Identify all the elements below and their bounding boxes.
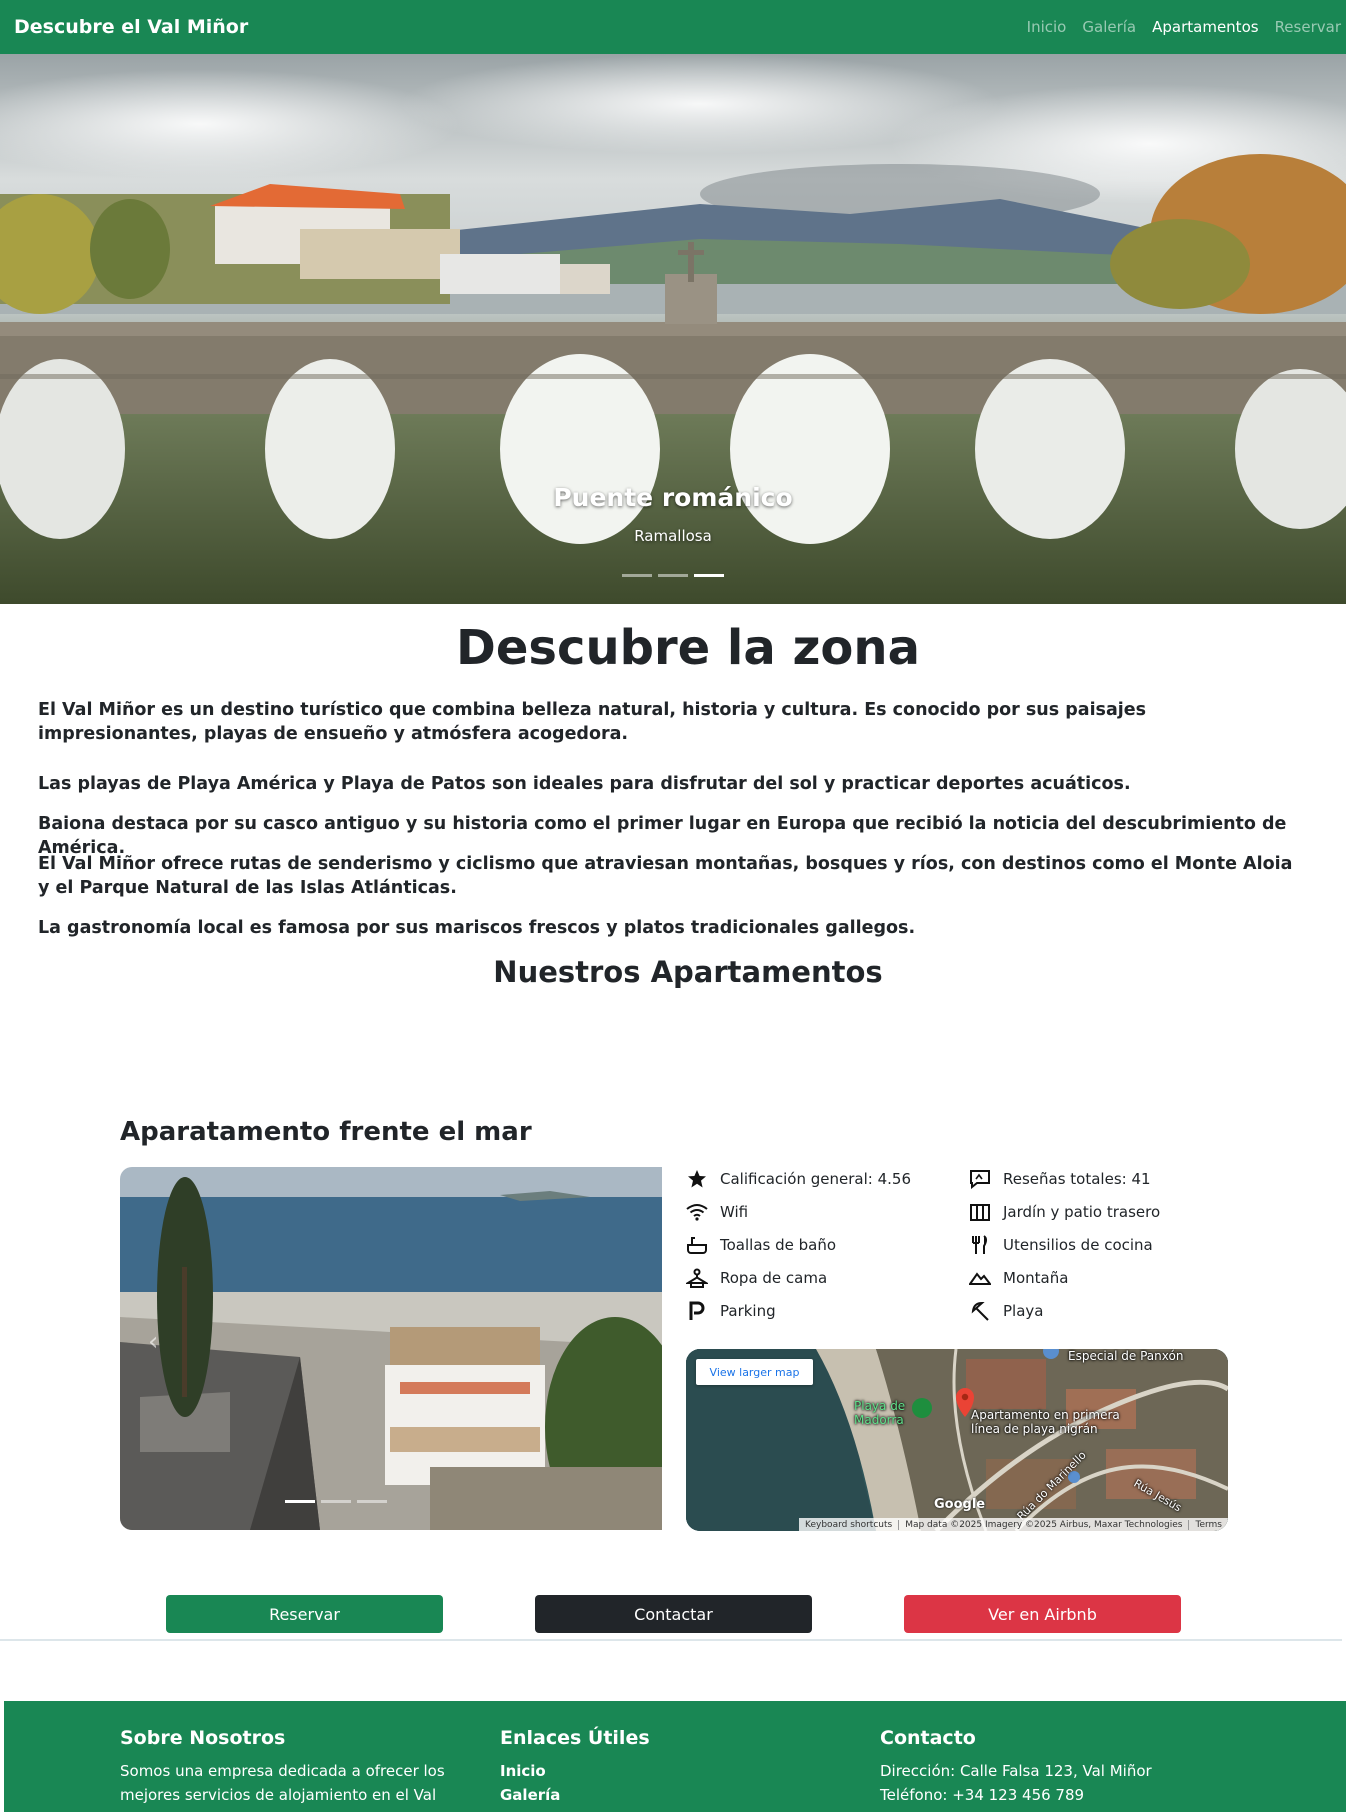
about-intro: El Val Miñor es un destino turístico que… [38,700,1147,744]
amenity-item: Montaña [969,1267,1246,1289]
footer: Sobre Nosotros Somos una empresa dedicad… [4,1701,1346,1812]
map-beach-label: Playa de Madorra [854,1399,906,1427]
footer-links: Enlaces Útiles Inicio Galería [500,1727,860,1807]
carousel-indicator[interactable] [357,1500,387,1503]
photo-carousel-indicators [285,1500,387,1503]
garden-icon [969,1201,991,1223]
utensils-icon [969,1234,991,1256]
amenity-label: Utensilios de cocina [1003,1236,1153,1254]
apartment-photo-carousel[interactable]: ‹ [120,1167,662,1530]
about-title: Descubre la zona [456,620,920,676]
carousel-indicator[interactable] [658,574,688,577]
amenity-label: Calificación general: 4.56 [720,1170,911,1188]
footer-address: Dirección: Calle Falsa 123, Val Miñor [880,1762,1152,1780]
footer-about-text: Somos una empresa dedicada a ofrecer los… [120,1762,445,1812]
apartment-name: Aparatamento frente el mar [120,1117,532,1147]
nav-links: Inicio Galería Apartamentos Reservar [1027,18,1341,36]
carousel-indicators [0,574,1346,577]
footer-link-galeria[interactable]: Galería [500,1783,860,1807]
map-place-label: Especial de Panxón [1068,1349,1184,1363]
amenity-item: Utensilios de cocina [969,1234,1246,1256]
amenity-item: Wifi [686,1201,969,1223]
amenity-label: Wifi [720,1203,749,1221]
footer-phone: Teléfono: +34 123 456 789 [880,1786,1085,1804]
footer-about-title: Sobre Nosotros [120,1727,286,1749]
hero-image [0,54,1346,604]
hero-caption-title: Puente románico [553,483,793,512]
about-paragraph: La gastronomía local es famosa por sus m… [38,918,916,938]
amenity-item: Parking [686,1300,969,1322]
amenity-item: Playa [969,1300,1246,1322]
amenities-list: Calificación general: 4.56 Reseñas total… [686,1168,1246,1322]
google-logo: Google [934,1497,986,1512]
amenity-label: Reseñas totales: 41 [1003,1170,1151,1188]
carousel-indicator[interactable] [622,574,652,577]
nav-link-reservar[interactable]: Reservar [1275,18,1341,36]
footer-links-title: Enlaces Útiles [500,1727,650,1749]
footer-contact: Contacto Dirección: Calle Falsa 123, Val… [880,1727,1280,1807]
footer-about: Sobre Nosotros Somos una empresa dedicad… [120,1727,480,1812]
reserve-button[interactable]: Reservar [166,1595,443,1633]
divider [0,1639,1342,1641]
carousel-indicator[interactable] [321,1500,351,1503]
contact-button[interactable]: Contactar [535,1595,812,1633]
about-paragraph: El Val Miñor ofrece rutas de senderismo … [38,854,1293,898]
amenity-item: Toallas de baño [686,1234,969,1256]
hero-carousel[interactable]: Puente románico Ramallosa [0,54,1346,604]
amenity-item: Reseñas totales: 41 [969,1168,1246,1190]
review-icon [969,1168,991,1190]
amenity-label: Parking [720,1302,776,1320]
carousel-indicator-active[interactable] [285,1500,315,1503]
view-larger-map-button[interactable]: View larger map [696,1359,813,1385]
amenity-item: Calificación general: 4.56 [686,1168,969,1190]
amenity-item: Ropa de cama [686,1267,969,1289]
star-icon [686,1168,708,1190]
footer-contact-title: Contacto [880,1727,976,1749]
amenity-label: Toallas de baño [720,1236,837,1254]
amenity-label: Playa [1003,1302,1044,1320]
map-data-attribution: Map data ©2025 Imagery ©2025 Airbus, Max… [898,1519,1188,1530]
map-embed[interactable]: View larger map Especial de Panxón Playa… [686,1349,1228,1531]
footer-link-inicio[interactable]: Inicio [500,1759,860,1783]
bath-icon [686,1234,708,1256]
navbar-brand[interactable]: Descubre el Val Miñor [14,16,248,38]
amenity-label: Ropa de cama [720,1269,828,1287]
hanger-icon [686,1267,708,1289]
amenity-label: Montaña [1003,1269,1069,1287]
carousel-indicator-active[interactable] [694,574,724,577]
map-footer: Keyboard shortcuts Map data ©2025 Imager… [799,1518,1228,1531]
nav-link-apartamentos[interactable]: Apartamentos [1152,18,1258,36]
parking-icon [686,1300,708,1322]
apartments-title: Nuestros Apartamentos [493,955,883,989]
map-marker-label: Apartamento en primera línea de playa ni… [971,1408,1120,1436]
wifi-icon [686,1201,708,1223]
nav-link-inicio[interactable]: Inicio [1027,18,1067,36]
beach-umbrella-icon [969,1300,991,1322]
mountain-icon [969,1267,991,1289]
amenity-label: Jardín y patio trasero [1003,1203,1161,1221]
map-keyboard-shortcuts-link[interactable]: Keyboard shortcuts [799,1520,898,1530]
about-paragraph: Las playas de Playa América y Playa de P… [38,774,1131,794]
view-airbnb-button[interactable]: Ver en Airbnb [904,1595,1181,1633]
amenity-item: Jardín y patio trasero [969,1201,1246,1223]
map-terms-link[interactable]: Terms [1188,1519,1228,1530]
nav-link-galeria[interactable]: Galería [1082,18,1136,36]
navbar: Descubre el Val Miñor Inicio Galería Apa… [0,0,1346,54]
hero-caption-subtitle: Ramallosa [634,527,712,545]
carousel-prev-icon[interactable]: ‹ [148,1327,158,1357]
apartment-photo [120,1167,662,1530]
